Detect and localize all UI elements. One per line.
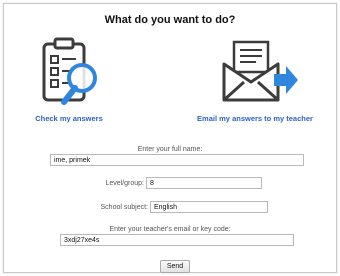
level-group-field[interactable]: 8 bbox=[146, 177, 262, 189]
clipboard-magnifier-icon[interactable] bbox=[24, 34, 114, 112]
school-subject-label: School subject: bbox=[100, 204, 148, 211]
full-name-field[interactable]: ime, primek bbox=[50, 154, 304, 166]
send-button[interactable]: Send bbox=[160, 260, 190, 273]
email-answers-option[interactable]: Email my answers to my teacher bbox=[180, 34, 330, 123]
page-title: What do you want to do? bbox=[104, 14, 236, 26]
school-subject-field[interactable]: English bbox=[150, 201, 268, 213]
full-name-label: Enter your full name: bbox=[137, 146, 203, 153]
teacher-key-label: Enter your teacher's email or key code: bbox=[109, 226, 231, 233]
email-answers-link[interactable]: Email my answers to my teacher bbox=[197, 114, 313, 123]
teacher-key-field[interactable]: 3xdj27xe4s bbox=[60, 234, 294, 246]
check-answers-link[interactable]: Check my answers bbox=[35, 114, 103, 123]
envelope-send-icon[interactable] bbox=[210, 34, 300, 112]
level-group-label: Level/group: bbox=[105, 180, 144, 187]
check-answers-option[interactable]: Check my answers bbox=[14, 34, 124, 123]
